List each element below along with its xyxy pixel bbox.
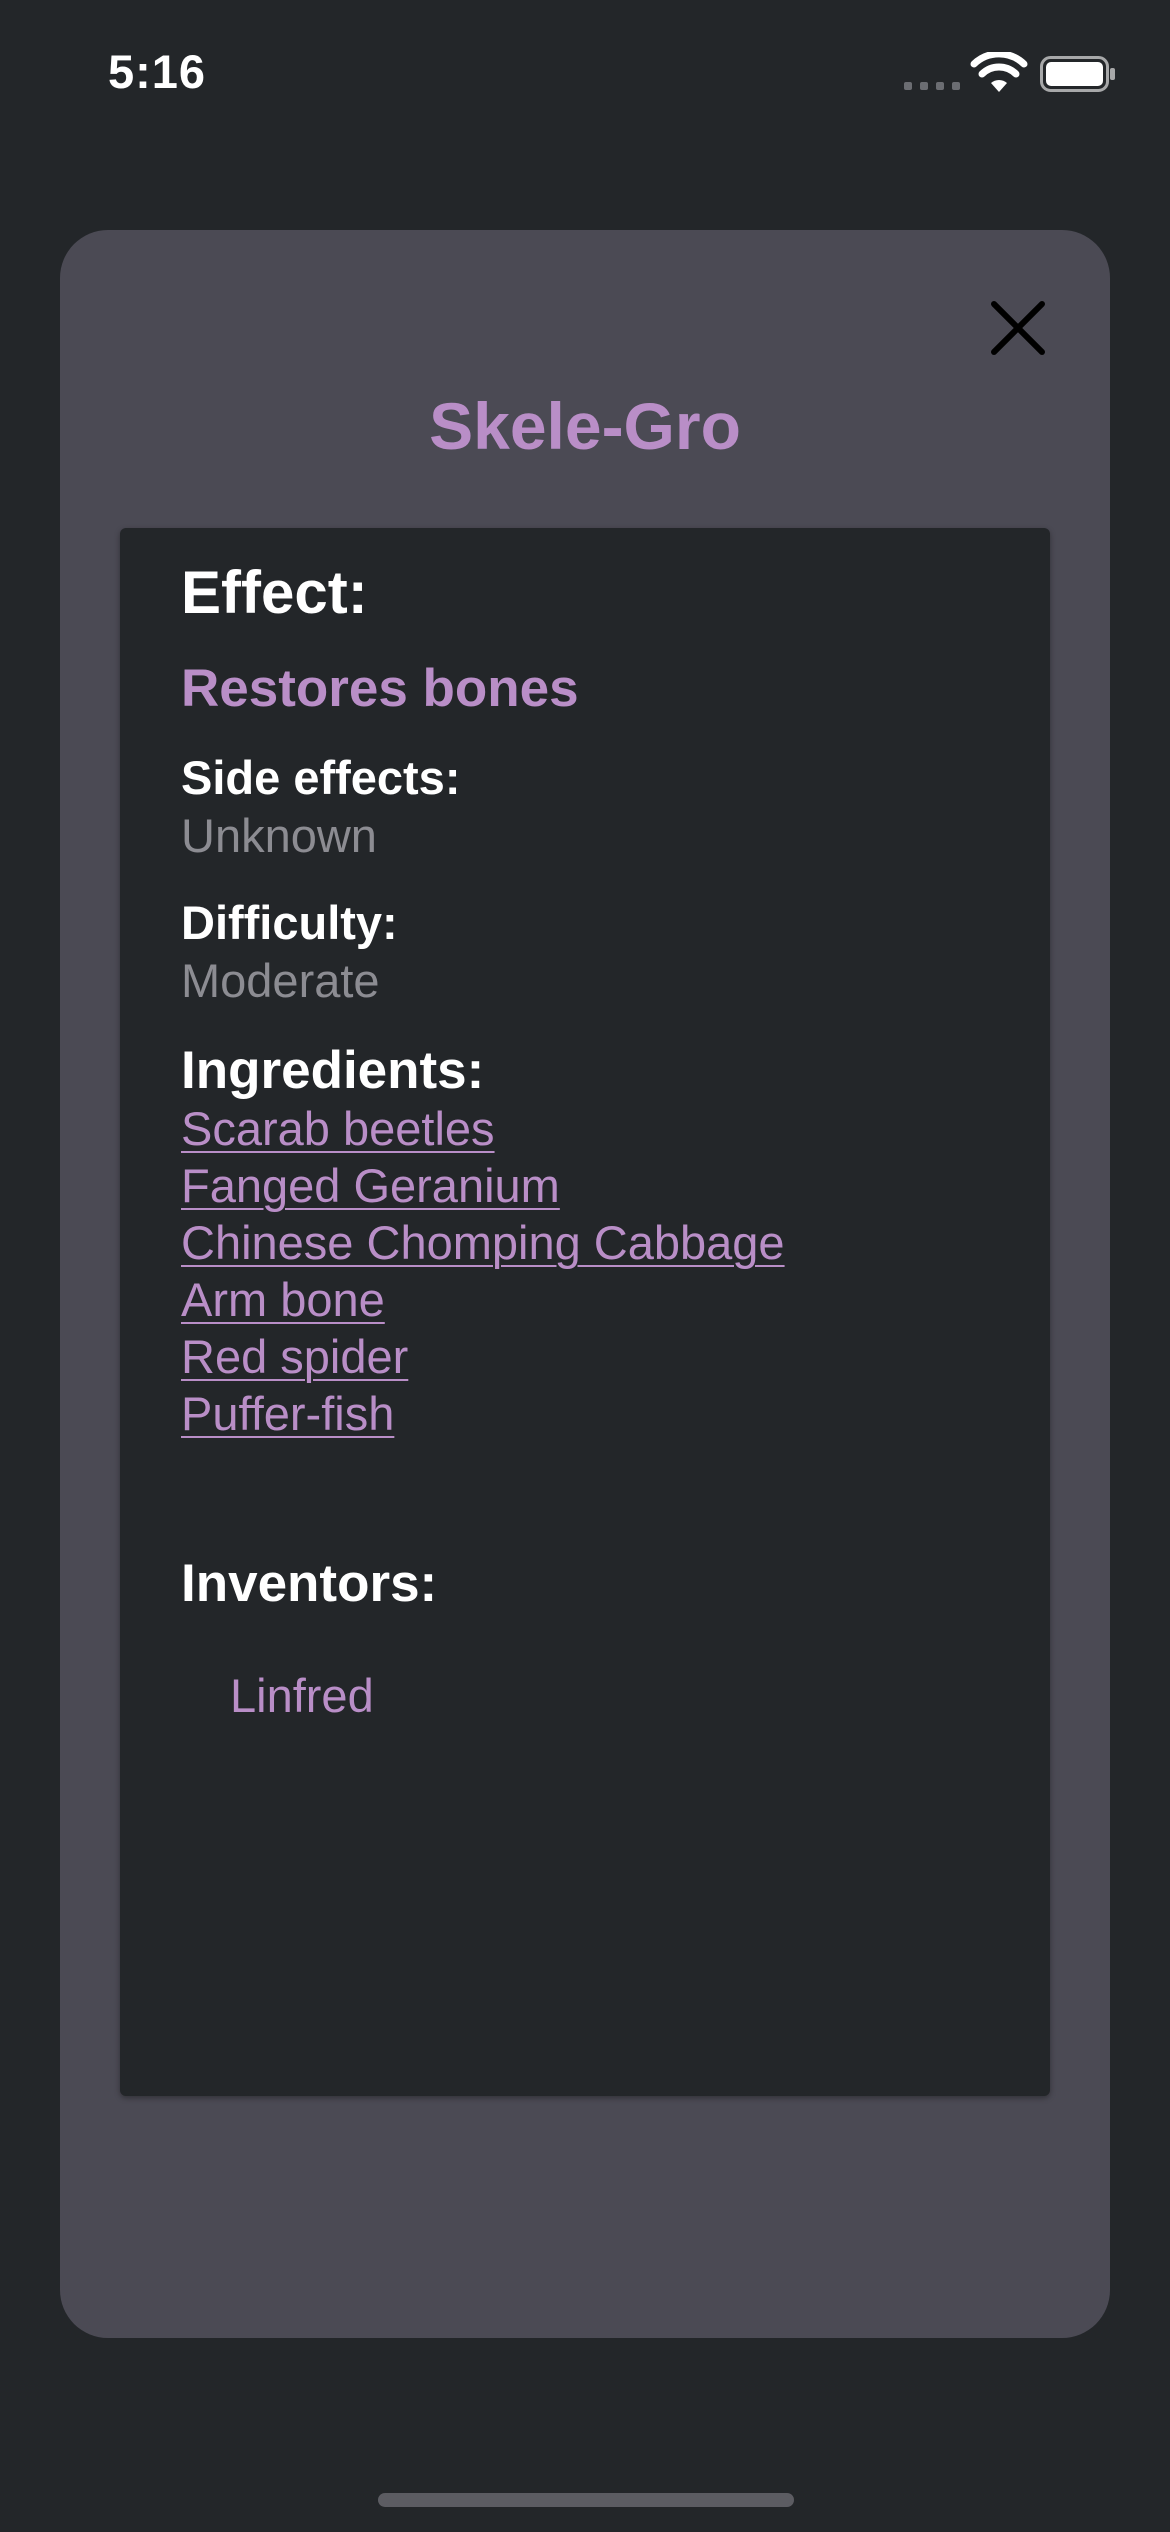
side-effects-label: Side effects: [181, 751, 461, 804]
side-effects-value: Unknown [181, 809, 377, 862]
wifi-icon [970, 52, 1028, 92]
inventors-heading: Inventors: [181, 1554, 438, 1613]
potion-detail-card: Effect: Restores bones Side effects: Unk… [120, 528, 1050, 2096]
close-icon [991, 301, 1045, 355]
ingredients-heading: Ingredients: [181, 1041, 485, 1100]
battery-icon [1040, 56, 1115, 92]
ingredient-link[interactable]: Fanged Geranium [181, 1157, 785, 1214]
ingredient-link[interactable]: Arm bone [181, 1271, 785, 1328]
ingredient-list: Scarab beetles Fanged Geranium Chinese C… [181, 1100, 785, 1442]
status-bar: 5:16 [0, 0, 1170, 150]
close-button[interactable] [970, 280, 1066, 376]
effect-heading: Effect: [181, 559, 368, 626]
ingredient-link[interactable]: Red spider [181, 1328, 785, 1385]
difficulty-label: Difficulty: [181, 896, 398, 949]
ingredient-link[interactable]: Puffer-fish [181, 1385, 785, 1442]
signal-icon [904, 82, 960, 90]
inventor-name[interactable]: Linfred [230, 1668, 374, 1723]
ingredient-link[interactable]: Chinese Chomping Cabbage [181, 1214, 785, 1271]
difficulty-value: Moderate [181, 954, 380, 1007]
status-time: 5:16 [108, 45, 207, 98]
ingredient-link[interactable]: Scarab beetles [181, 1100, 785, 1157]
potion-title: Skele-Gro [429, 389, 741, 463]
potion-detail-modal: Skele-Gro Effect: Restores bones Side ef… [60, 230, 1110, 2338]
effect-value: Restores bones [181, 659, 579, 718]
home-indicator[interactable] [378, 2493, 794, 2507]
